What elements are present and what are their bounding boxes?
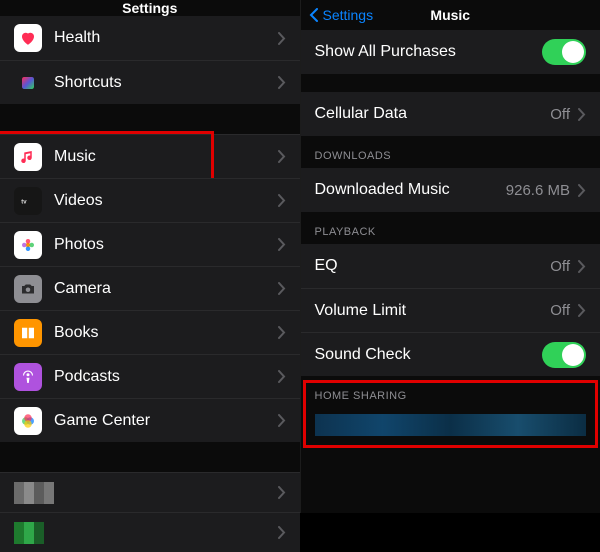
chevron-right-icon	[278, 526, 286, 539]
chevron-right-icon	[278, 326, 286, 339]
chevron-right-icon	[578, 184, 586, 197]
cellular-data-row[interactable]: Cellular Data Off	[301, 92, 600, 136]
music-settings-list: Show All Purchases Cellular Data Off DOW…	[301, 30, 600, 442]
row-value: Off	[550, 302, 570, 319]
nav-bar-left: Settings	[0, 0, 300, 16]
settings-row-camera[interactable]: Camera	[0, 266, 300, 310]
row-label: Photos	[54, 236, 278, 254]
group-spacer	[0, 442, 300, 472]
row-label: Sound Check	[315, 346, 543, 364]
downloads-header: DOWNLOADS	[301, 136, 600, 168]
row-label: Books	[54, 324, 278, 342]
back-button[interactable]: Settings	[309, 7, 374, 23]
row-label: Show All Purchases	[315, 43, 543, 61]
row-label: Shortcuts	[54, 74, 278, 92]
downloaded-music-row[interactable]: Downloaded Music 926.6 MB	[301, 168, 600, 212]
chevron-right-icon	[278, 486, 286, 499]
settings-list: Health Shortcuts Music	[0, 16, 300, 552]
row-label: Cellular Data	[315, 105, 551, 123]
book-icon	[14, 319, 42, 347]
row-label: Podcasts	[54, 368, 278, 386]
chevron-right-icon	[278, 282, 286, 295]
redacted-row[interactable]	[0, 472, 300, 512]
chevron-right-icon	[278, 238, 286, 251]
row-label: Videos	[54, 192, 278, 210]
shortcut-icon	[14, 69, 42, 97]
group-spacer	[0, 104, 300, 134]
chevron-right-icon	[278, 150, 286, 163]
settings-row-health[interactable]: Health	[0, 16, 300, 60]
settings-pane: Settings Health Shortcuts	[0, 0, 301, 513]
eq-row[interactable]: EQ Off	[301, 244, 600, 288]
chevron-right-icon	[278, 370, 286, 383]
settings-row-game-center[interactable]: Game Center	[0, 398, 300, 442]
chevron-right-icon	[578, 108, 586, 121]
home-sharing-header: HOME SHARING	[301, 376, 600, 408]
row-label: Volume Limit	[315, 302, 551, 320]
camera-icon	[14, 275, 42, 303]
svg-text:tv: tv	[21, 199, 27, 205]
sound-check-row[interactable]: Sound Check	[301, 332, 600, 376]
chevron-right-icon	[578, 304, 586, 317]
heart-icon	[14, 24, 42, 52]
settings-row-books[interactable]: Books	[0, 310, 300, 354]
playback-header: PLAYBACK	[301, 212, 600, 244]
settings-title: Settings	[122, 0, 177, 16]
home-sharing-section: HOME SHARING	[301, 376, 600, 442]
chevron-right-icon	[278, 194, 286, 207]
show-all-purchases-row[interactable]: Show All Purchases	[301, 30, 600, 74]
settings-row-shortcuts[interactable]: Shortcuts	[0, 60, 300, 104]
row-value: Off	[550, 258, 570, 275]
chevron-right-icon	[278, 414, 286, 427]
chevron-right-icon	[278, 76, 286, 89]
chevron-right-icon	[578, 260, 586, 273]
back-label: Settings	[323, 7, 374, 23]
redacted-row[interactable]	[0, 512, 300, 552]
game-icon	[14, 407, 42, 435]
redacted-account[interactable]	[315, 414, 587, 436]
settings-row-photos[interactable]: Photos	[0, 222, 300, 266]
row-label: Music	[54, 148, 278, 166]
music-icon	[14, 143, 42, 171]
pixelated-icon	[14, 522, 44, 544]
toggle-switch[interactable]	[542, 342, 586, 368]
row-label: Health	[54, 29, 278, 47]
row-label: Camera	[54, 280, 278, 298]
volume-limit-row[interactable]: Volume Limit Off	[301, 288, 600, 332]
row-label: Game Center	[54, 412, 278, 430]
music-pane: Settings Music Show All Purchases Cellul…	[301, 0, 600, 513]
row-label: Downloaded Music	[315, 181, 506, 199]
nav-bar-right: Settings Music	[301, 0, 600, 30]
toggle-switch[interactable]	[542, 39, 586, 65]
chevron-right-icon	[278, 32, 286, 45]
row-value: Off	[550, 106, 570, 123]
row-label: EQ	[315, 257, 551, 275]
chevron-left-icon	[309, 8, 321, 22]
podcast-icon	[14, 363, 42, 391]
tv-icon: tv	[14, 187, 42, 215]
settings-row-music[interactable]: Music	[0, 134, 300, 178]
settings-row-podcasts[interactable]: Podcasts	[0, 354, 300, 398]
music-title: Music	[430, 7, 470, 23]
row-value: 926.6 MB	[506, 182, 570, 199]
photos-icon	[14, 231, 42, 259]
settings-row-videos[interactable]: tv Videos	[0, 178, 300, 222]
section-gap	[301, 74, 600, 92]
pixelated-icon	[14, 482, 54, 504]
